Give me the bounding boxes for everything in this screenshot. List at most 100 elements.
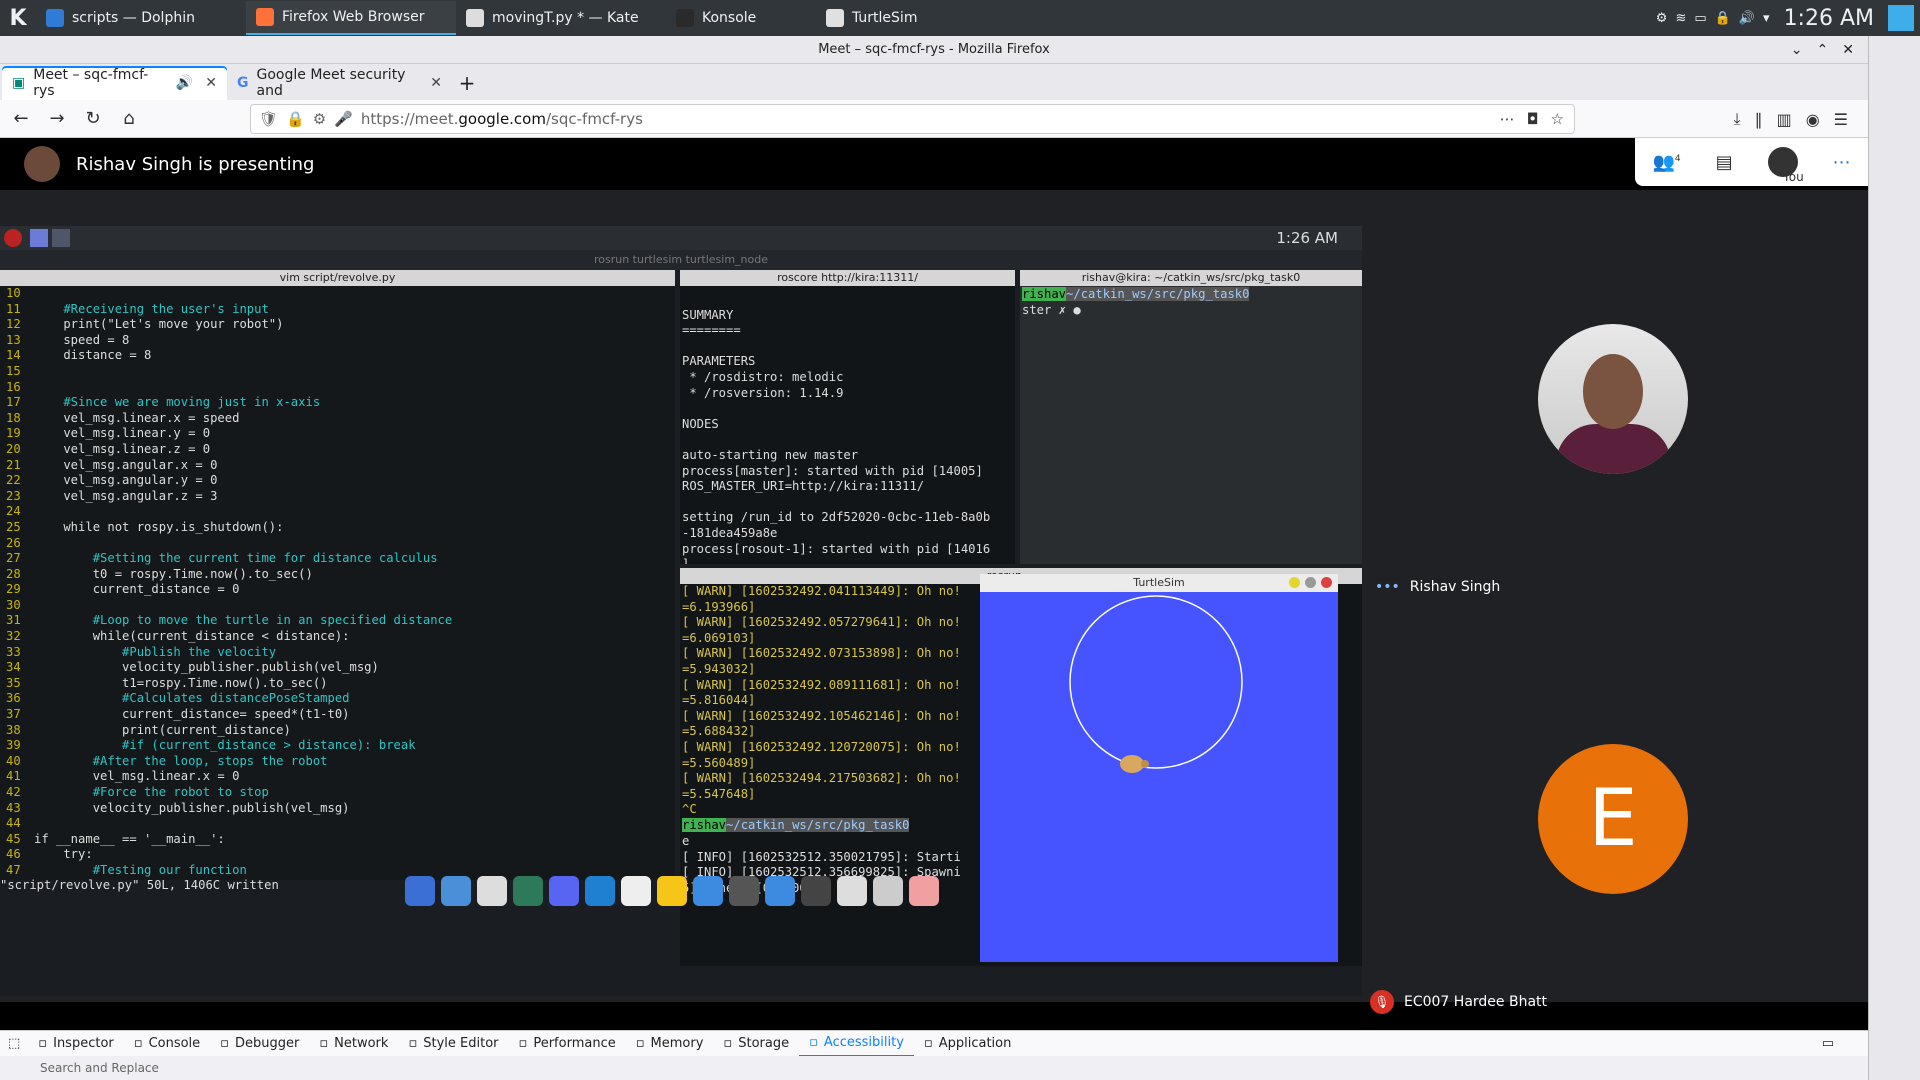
devtools-tab-accessibility[interactable]: ▫ Accessibility <box>799 1031 914 1057</box>
page-actions-icon[interactable]: ⋯ <box>1500 110 1515 128</box>
participant-hardee-avatar: E <box>1538 744 1688 894</box>
participants-icon[interactable]: 👥4 <box>1652 152 1680 173</box>
shell-path: ~/catkin_ws/src/pkg_task0 <box>726 818 910 832</box>
code-text: while not rospy.is_shutdown(): <box>34 519 284 534</box>
line-number: 40 <box>6 753 21 768</box>
taskbar-item[interactable]: TurtleSim <box>816 1 1066 35</box>
dock-toggle-icon[interactable]: ▭ <box>1822 1036 1834 1051</box>
window-title-text: Meet – sqc-fmcf-rys - Mozilla Firefox <box>818 42 1050 57</box>
devtools-tab-memory[interactable]: ▫ Memory <box>626 1031 714 1057</box>
home-button[interactable]: ⌂ <box>114 104 144 134</box>
application-icon: ▫ <box>923 1036 933 1051</box>
library-icon[interactable]: ∥ <box>1755 110 1763 129</box>
line-number: 45 <box>6 831 21 846</box>
devtools-tab-label: Memory <box>650 1036 704 1051</box>
pick-element-icon[interactable]: ⬚ <box>0 1036 28 1051</box>
firefox-navbar: ← → ↻ ⌂ 🛡 🔒 ⚙ 🎤 https://meet.google.com/… <box>0 100 1868 138</box>
terminal-line: =5.547648] <box>682 786 756 801</box>
line-number: 38 <box>6 722 21 737</box>
devtools-tab-debugger[interactable]: ▫ Debugger <box>210 1031 309 1057</box>
line-number: 24 <box>6 504 21 519</box>
taskbar-item-label: movingT.py * — Kate <box>492 10 639 26</box>
devtools-tab-performance[interactable]: ▫ Performance <box>509 1031 626 1057</box>
devtools-tab-style-editor[interactable]: ▫ Style Editor <box>398 1031 508 1057</box>
microphone-icon[interactable]: 🎤 <box>334 110 353 128</box>
presenter-avatar <box>24 146 60 182</box>
vim-pane: vim script/revolve.py 10 11 #Receiveing t… <box>0 270 675 880</box>
chat-icon[interactable]: ▤ <box>1716 152 1733 173</box>
battery-icon[interactable]: ▭ <box>1694 11 1706 26</box>
taskbar-item[interactable]: scripts — Dolphin <box>36 1 246 35</box>
devtools-tab-network[interactable]: ▫ Network <box>309 1031 398 1057</box>
taskbar-item-label: scripts — Dolphin <box>72 10 195 26</box>
kde-launcher-icon[interactable]: K <box>0 0 36 36</box>
screen-share: 1:26 AM rosrun turtlesim turtlesim_node … <box>0 226 1362 996</box>
line-number: 20 <box>6 441 21 456</box>
close-tab-icon[interactable]: ✕ <box>205 75 217 91</box>
network-icon[interactable]: ⚙ <box>1656 11 1668 26</box>
bookmark-star-icon[interactable]: ☆ <box>1551 110 1564 128</box>
shield-icon[interactable]: 🛡 <box>259 110 278 128</box>
close-tab-icon[interactable]: ✕ <box>430 75 442 91</box>
code-line: 47 #Testing our function <box>6 863 452 879</box>
tab-audio-icon[interactable]: 🔊 <box>176 75 193 91</box>
participant-name: EC007 Hardee Bhatt <box>1404 994 1548 1010</box>
shared-launcher-icon <box>4 229 22 247</box>
kde-clock[interactable]: 1:26 AM <box>1784 6 1874 31</box>
forward-button[interactable]: → <box>42 104 72 134</box>
code-text: print("Let's move your robot") <box>34 317 284 332</box>
dock-app-icon <box>549 876 579 906</box>
maximize-icon[interactable] <box>1305 577 1316 588</box>
konsole-icon <box>676 9 694 27</box>
right-window-edge <box>1868 36 1920 1080</box>
kde-taskbar: K scripts — Dolphin Firefox Web Browser mo… <box>0 0 1920 36</box>
close-icon[interactable] <box>1321 577 1332 588</box>
back-button[interactable]: ← <box>6 104 36 134</box>
code-line: 22 vel_msg.angular.y = 0 <box>6 473 452 489</box>
url-text[interactable]: https://meet.google.com/sqc-fmcf-rys <box>361 110 643 128</box>
dock-app-icon <box>837 876 867 906</box>
devtools-tab-storage[interactable]: ▫ Storage <box>713 1031 799 1057</box>
url-bar[interactable]: 🛡 🔒 ⚙ 🎤 https://meet.google.com/sqc-fmcf… <box>250 104 1575 134</box>
terminal-line: auto-starting new master <box>682 447 859 462</box>
close-window-icon[interactable]: ✕ <box>1842 42 1854 58</box>
tab-google-meet-security[interactable]: G Google Meet security and ✕ <box>227 66 452 100</box>
minimize-icon[interactable] <box>1289 577 1300 588</box>
line-number: 19 <box>6 426 21 441</box>
desktop-icon[interactable] <box>1888 5 1914 31</box>
lock-icon[interactable]: 🔒 <box>286 110 305 128</box>
wifi-icon[interactable]: ≋ <box>1675 11 1686 26</box>
terminal-line: [ WARN] [1602532492.120720075]: Oh no! <box>682 739 961 754</box>
devtools-tab-application[interactable]: ▫ Application <box>914 1031 1021 1057</box>
tray-expand-icon[interactable]: ▾ <box>1763 11 1770 26</box>
downloads-icon[interactable]: ⤓ <box>1733 109 1740 129</box>
volume-icon[interactable]: 🔊 <box>1739 11 1755 26</box>
taskbar-item[interactable]: Firefox Web Browser <box>246 1 456 35</box>
code-text: vel_msg.linear.y = 0 <box>34 426 211 441</box>
pocket-icon[interactable]: ◘ <box>1527 110 1539 128</box>
permissions-icon[interactable]: ⚙ <box>313 110 326 128</box>
code-text: #Setting the current time for distance c… <box>34 551 438 566</box>
devtools-tab-inspector[interactable]: ▫ Inspector <box>28 1031 123 1057</box>
tab-meet[interactable]: ▣ Meet – sqc-fmcf-rys 🔊 ✕ <box>2 66 227 100</box>
terminal-line: NODES <box>682 416 719 431</box>
performance-icon: ▫ <box>518 1036 528 1051</box>
maximize-icon[interactable]: ⌃ <box>1817 42 1829 58</box>
account-icon[interactable]: ◉ <box>1806 110 1820 129</box>
line-number: 15 <box>6 363 21 378</box>
more-options-icon[interactable]: ⋯ <box>1833 152 1851 173</box>
code-line: 21 vel_msg.angular.x = 0 <box>6 458 452 474</box>
lock-icon[interactable]: 🔒 <box>1715 11 1731 26</box>
kate-icon <box>466 9 484 27</box>
devtools-tab-console[interactable]: ▫ Console <box>124 1031 210 1057</box>
menu-icon[interactable]: ☰ <box>1834 110 1848 129</box>
sidebar-icon[interactable]: ▥ <box>1777 110 1792 129</box>
new-tab-button[interactable]: + <box>452 66 482 100</box>
reload-button[interactable]: ↻ <box>78 104 108 134</box>
taskbar-item[interactable]: movingT.py * — Kate <box>456 1 666 35</box>
code-text: vel_msg.angular.y = 0 <box>34 473 218 488</box>
taskbar-item[interactable]: Konsole <box>666 1 816 35</box>
minimize-icon[interactable]: ⌄ <box>1791 42 1803 58</box>
code-text: vel_msg.angular.z = 3 <box>34 488 218 503</box>
